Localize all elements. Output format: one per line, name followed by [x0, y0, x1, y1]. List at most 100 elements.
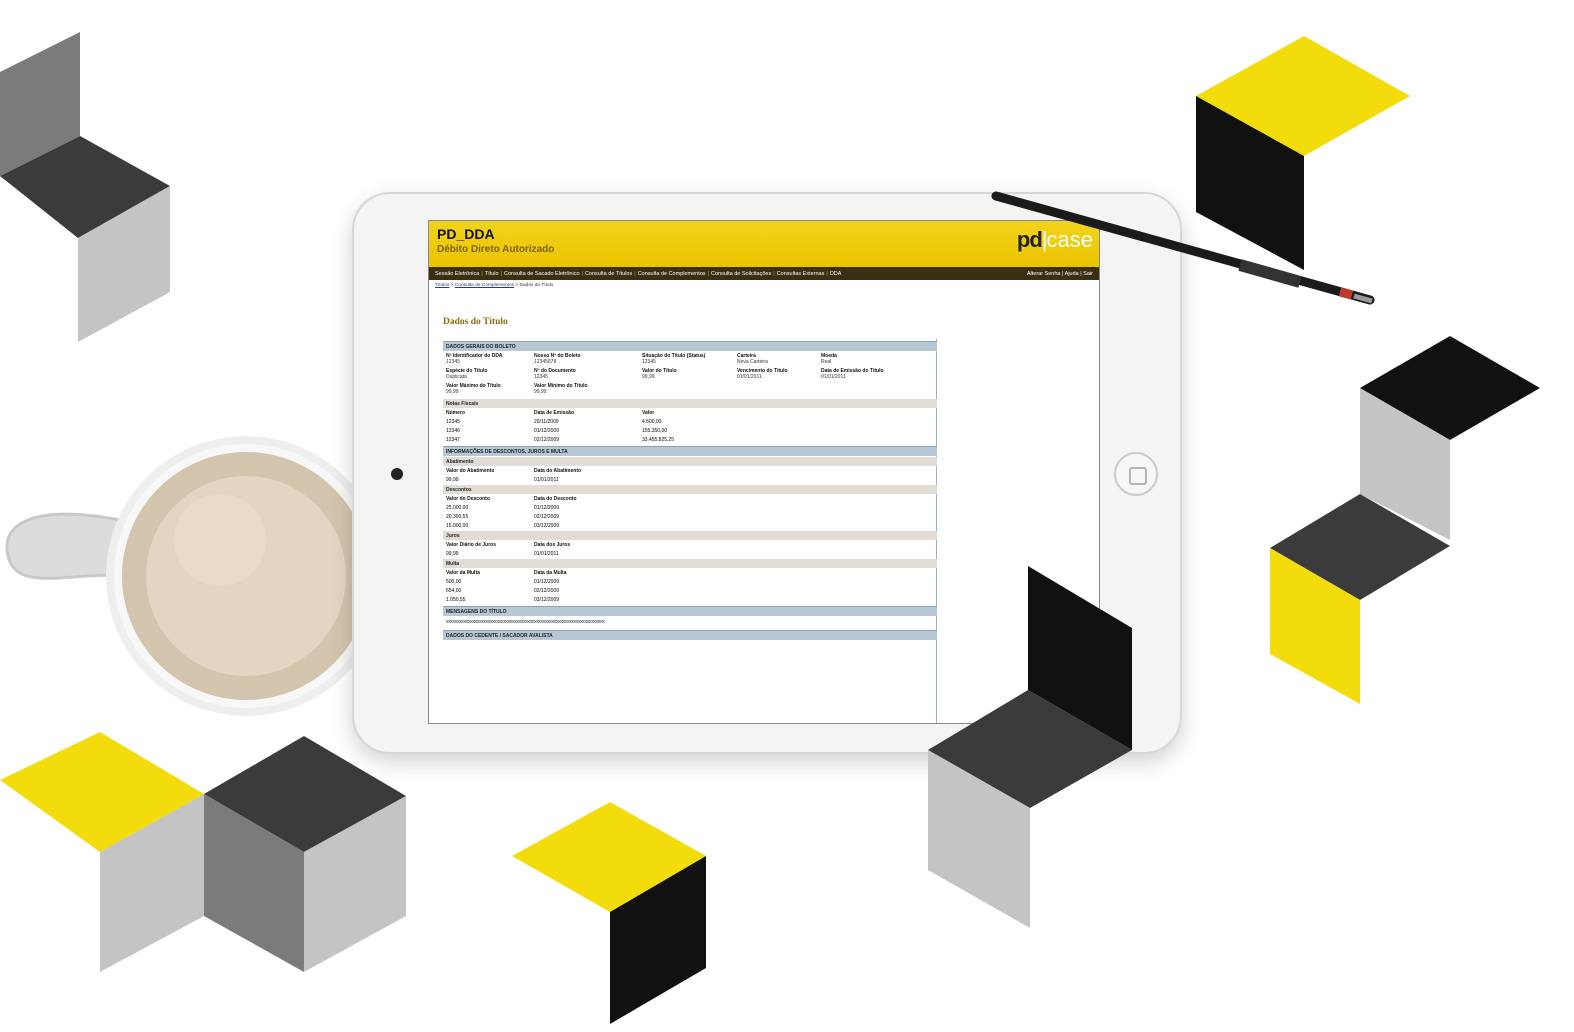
menu-item-dda[interactable]: DDA — [828, 271, 844, 277]
field-value: Real — [821, 359, 832, 365]
column-header: Valor da Multa — [446, 570, 480, 576]
cube-bottom-left — [0, 732, 406, 972]
field-value: Nova Carteira — [737, 359, 768, 365]
cell: 25.000,00 — [446, 505, 469, 511]
breadcrumb-middle[interactable]: Consulta de Complementos — [455, 283, 514, 288]
cell: 12347 — [446, 437, 460, 443]
cell: 01/12/2009 — [534, 579, 560, 585]
cell: 02/12/2009 — [534, 437, 560, 443]
page-title: Dados do Título — [443, 317, 508, 327]
cell: 155.350,00 — [642, 428, 668, 434]
cell: 12346 — [446, 428, 460, 434]
cube-top-right — [1196, 36, 1410, 270]
column-header: Data do Abatimento — [534, 468, 582, 474]
subsection-descontos: Descontos — [443, 485, 937, 494]
app-screen: PD_DDA Débito Direto Autorizado pd|case … — [428, 220, 1100, 724]
tablet-device: PD_DDA Débito Direto Autorizado pd|case … — [352, 192, 1182, 754]
table-row: 500,00 01/12/2009 — [443, 577, 937, 586]
table-row: 12345 20/11/2009 4.500,00 — [443, 417, 937, 426]
main-menu: Sessão Eletrônica | Título | Consulta de S… — [429, 267, 1099, 280]
table-header: Número Data de Emissão Valor — [443, 408, 937, 417]
brand-case: case — [1046, 227, 1093, 252]
table-header: Valor do Abatimento Data do Abatimento — [443, 466, 937, 475]
field-value: 01/01/2011 — [737, 374, 762, 380]
field-value: 12345 — [446, 359, 460, 365]
subsection-notas: Notas Fiscais — [443, 399, 937, 408]
field-value: 12345 — [534, 374, 548, 380]
menu-item-titulos[interactable]: Consulta de Títulos — [583, 271, 634, 277]
column-header: Valor do Desconto — [446, 496, 490, 502]
breadcrumb: Títulos > Consulta de Complementos > Dad… — [435, 283, 554, 288]
breadcrumb-row: Títulos > Consulta de Complementos > Dad… — [429, 280, 1099, 308]
app-header: PD_DDA Débito Direto Autorizado pd|case — [429, 221, 1099, 267]
cell: 654,00 — [446, 588, 462, 594]
table-header: Valor Diário de Juros Data dos Juros — [443, 540, 937, 549]
section-general: DADOS GERAIS DO BOLETO — [443, 341, 937, 351]
cell: 99,99 — [446, 477, 459, 483]
table-row: 25.000,00 01/12/2009 — [443, 503, 937, 512]
cell: 33.455.825,25 — [642, 437, 674, 443]
column-header: Data dos Juros — [534, 542, 571, 548]
coffee-cup — [5, 436, 386, 716]
table-row: 1.050,55 03/12/2009 — [443, 595, 937, 604]
cell: 03/12/2009 — [534, 597, 560, 603]
field-value: 99,99 — [534, 389, 547, 395]
column-header: Data da Multa — [534, 570, 567, 576]
cell: 01/01/2011 — [534, 551, 559, 557]
section-messages: MENSAGENS DO TÍTULO — [443, 606, 937, 616]
title-details-panel: DADOS GERAIS DO BOLETO Nº Identificador … — [443, 339, 937, 640]
tablet-camera — [391, 468, 403, 480]
table-row: 12347 02/12/2009 33.455.825,25 — [443, 435, 937, 444]
column-header: Data do Desconto — [534, 496, 577, 502]
field-value: 01/01/2011 — [821, 374, 846, 380]
subsection-multa: Multa — [443, 559, 937, 568]
table-row: 20.300,55 02/12/2009 — [443, 512, 937, 521]
menu-item-sacado[interactable]: Consulta de Sacado Eletrônico — [502, 271, 582, 277]
field-value: 12345 — [642, 359, 656, 365]
cube-bottom-center — [512, 802, 706, 1024]
table-row: 99,99 01/01/2011 — [443, 549, 937, 558]
cell: 02/12/2009 — [534, 588, 560, 594]
table-row: 654,00 02/12/2009 — [443, 586, 937, 595]
cell: 20.300,55 — [446, 514, 469, 520]
table-header: Valor do Desconto Data do Desconto — [443, 494, 937, 503]
menu-item-sessao[interactable]: Sessão Eletrônica — [433, 271, 481, 277]
cube-top-left — [0, 32, 170, 342]
cell: 01/01/2011 — [534, 477, 559, 483]
column-header: Número — [446, 410, 465, 416]
section-discounts: INFORMAÇÕES DE DESCONTOS, JUROS E MULTA — [443, 446, 937, 456]
cell: 1.050,55 — [446, 597, 466, 603]
section-cedente: DADOS DO CEDENTE / SACADOR AVALISTA — [443, 630, 937, 640]
menu-item-titulo[interactable]: Título — [483, 271, 501, 277]
column-header: Valor — [642, 410, 655, 416]
subsection-abatimento: Abatimento — [443, 457, 937, 466]
column-header: Valor Diário de Juros — [446, 542, 497, 548]
home-button[interactable] — [1114, 452, 1158, 496]
cell: 4.500,00 — [642, 419, 662, 425]
breadcrumb-home[interactable]: Títulos — [435, 283, 449, 288]
table-header: Valor da Multa Data da Multa — [443, 568, 937, 577]
breadcrumb-current: Dados do Título — [519, 283, 554, 288]
cell: 15.000,00 — [446, 523, 469, 529]
field-value: 12345678 — [534, 359, 557, 365]
menu-item-solicitacoes[interactable]: Consulta de Solicitações — [709, 271, 773, 277]
table-row: 15.000,00 03/12/2009 — [443, 521, 937, 530]
subsection-juros: Juros — [443, 531, 937, 540]
field-value: Duplicata — [446, 374, 467, 380]
menu-item-complementos[interactable]: Consulta de Complementos — [636, 271, 708, 277]
message-text: xxxxxxxxxxxxxxxxxxxxxxxxxxxxxxxxxxxxxxxx… — [446, 619, 605, 625]
menu-account-links[interactable]: Alterar Senha | Ajuda | Sair — [1025, 271, 1095, 277]
column-header: Data de Emissão — [534, 410, 575, 416]
cell: 20/11/2009 — [534, 419, 559, 425]
column-header: Valor do Abatimento — [446, 468, 495, 474]
field-value: 99,99 — [642, 374, 655, 380]
cell: 01/12/2009 — [534, 428, 560, 434]
menu-item-externas[interactable]: Consultas Externas — [775, 271, 827, 277]
cell: 03/12/2009 — [534, 523, 560, 529]
table-row: 99,99 01/01/2011 — [443, 475, 937, 484]
cell: 01/12/2009 — [534, 505, 560, 511]
cube-right-cluster — [1270, 336, 1540, 704]
cell: 500,00 — [446, 579, 462, 585]
cell: 12345 — [446, 419, 460, 425]
brand-pd: pd — [1016, 227, 1043, 252]
